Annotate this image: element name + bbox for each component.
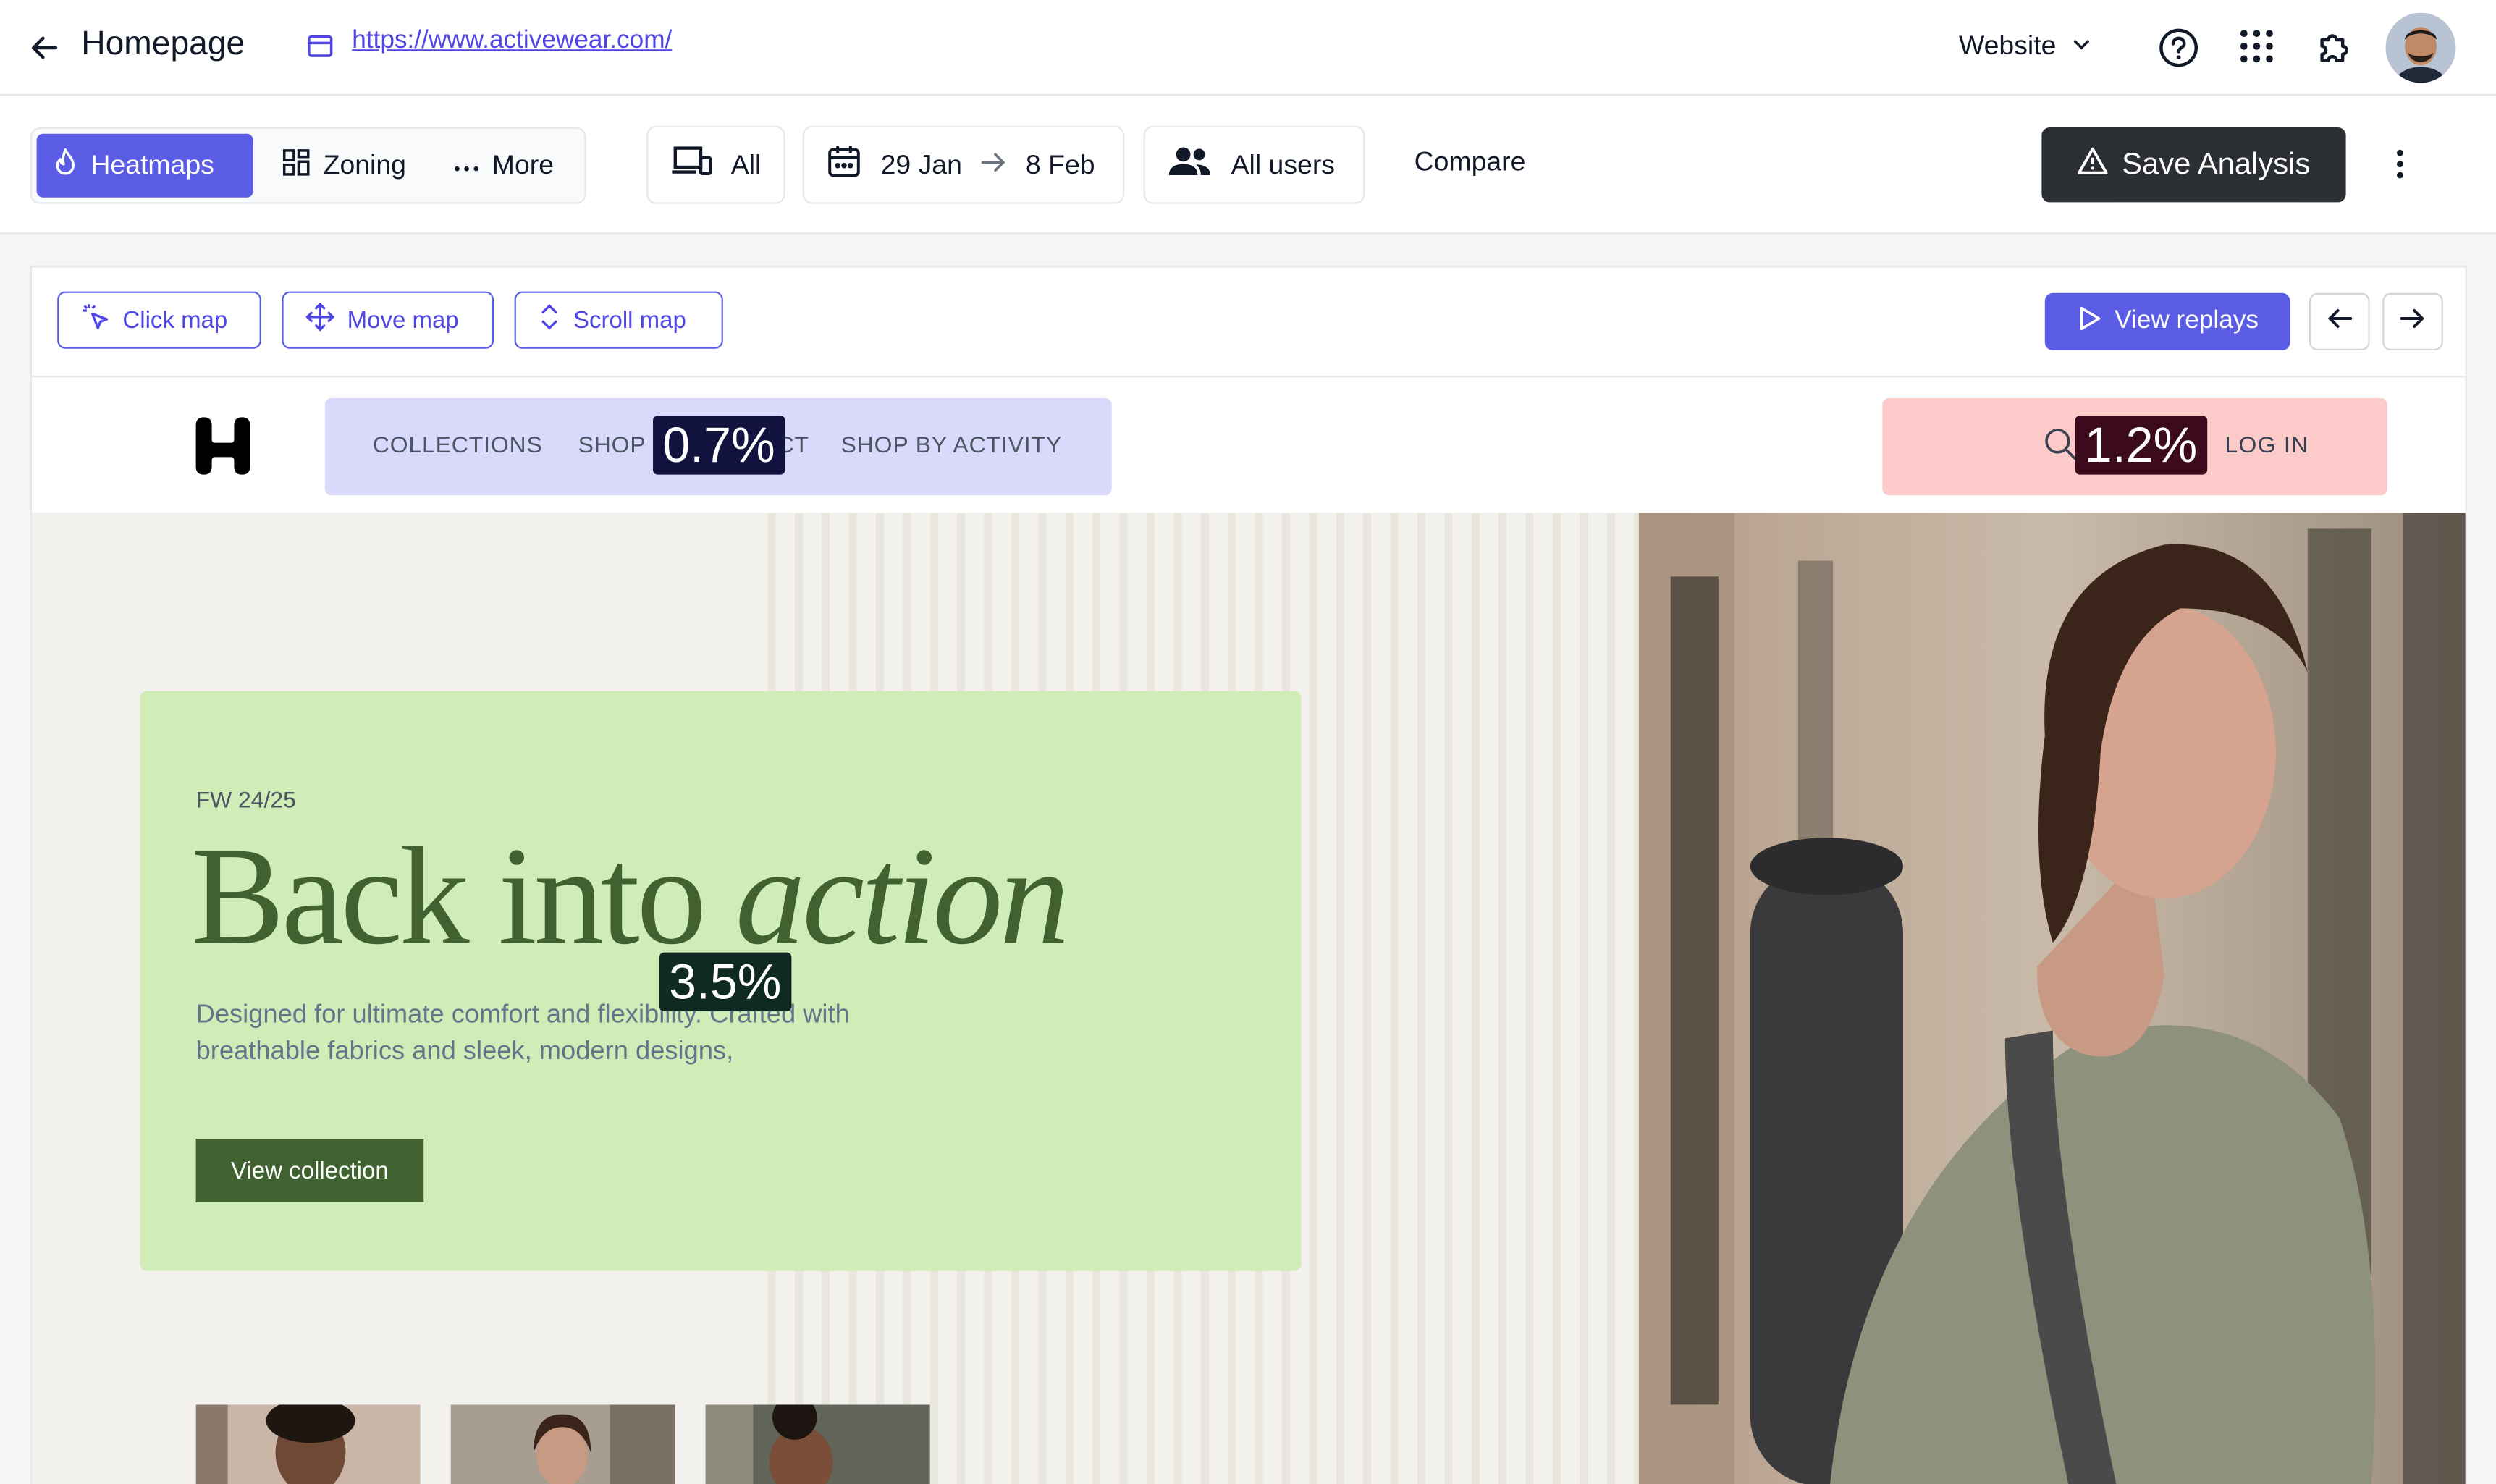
- play-icon: [2076, 305, 2101, 338]
- device-filter-label: All: [730, 148, 762, 180]
- collection-thumbnail[interactable]: [705, 1404, 930, 1484]
- user-segment-label: All users: [1231, 148, 1336, 180]
- heatmap-badge-login: 1.2%: [2075, 416, 2207, 475]
- save-analysis-button[interactable]: Save Analysis: [2041, 127, 2346, 203]
- view-replays-label: View replays: [2115, 307, 2259, 334]
- heatmap-panel: Click map Move map Scroll map View repla…: [30, 266, 2467, 1484]
- heatmap-mode-bar: Click map Move map Scroll map View repla…: [32, 267, 2466, 378]
- tab-heatmaps[interactable]: Heatmaps: [36, 133, 253, 198]
- back-arrow-icon[interactable]: [25, 29, 64, 67]
- top-bar: Homepage https://www.activewear.com/ Web…: [0, 0, 2496, 96]
- view-collection-button[interactable]: View collection: [195, 1139, 424, 1202]
- website-selector[interactable]: Website: [1959, 30, 2091, 62]
- arrow-left-icon: [2327, 307, 2353, 337]
- puzzle-icon[interactable]: [2314, 27, 2356, 68]
- website-preview: COLLECTIONS SHOP CT SHOP BY ACTIVITY 0.7…: [32, 377, 2466, 1484]
- ellipsis-icon: [454, 150, 479, 182]
- move-map-label: Move map: [347, 306, 459, 334]
- nav-item-shop[interactable]: SHOP: [578, 433, 646, 458]
- hero-headline-regular: Back into: [191, 820, 707, 975]
- view-mode-segmented-control: Heatmaps Zoning More: [30, 127, 586, 204]
- heatmap-badge-navigation: 0.7%: [653, 416, 785, 475]
- zones-grid-icon: [282, 148, 311, 185]
- brand-logo: [193, 416, 253, 476]
- hero-headline-italic: action: [735, 820, 1070, 975]
- previous-button[interactable]: [2309, 292, 2370, 350]
- browser-window-icon: [305, 32, 334, 61]
- hero-eyebrow: FW 24/25: [195, 788, 296, 814]
- cursor-click-icon: [81, 303, 110, 337]
- page-title: Homepage: [81, 25, 245, 62]
- site-navigation: COLLECTIONS SHOP CT SHOP BY ACTIVITY 0.7…: [32, 377, 2466, 513]
- date-end: 8 Feb: [1025, 148, 1095, 180]
- heatmap-badge-hero: 3.5%: [659, 952, 791, 1011]
- calendar-icon: [827, 143, 861, 186]
- nav-item-shop-by-activity[interactable]: SHOP BY ACTIVITY: [841, 433, 1062, 458]
- chevron-down-icon: [2072, 30, 2091, 62]
- tab-heatmaps-label: Heatmaps: [90, 149, 214, 180]
- apps-grid-icon[interactable]: [2238, 27, 2276, 65]
- collection-thumbnail[interactable]: [195, 1404, 421, 1484]
- hero-headline: Back into action: [191, 827, 1070, 969]
- scroll-map-button[interactable]: Scroll map: [514, 291, 723, 349]
- scroll-vertical-icon: [539, 303, 561, 337]
- page-url-link[interactable]: https://www.activewear.com/: [352, 27, 672, 56]
- search-icon[interactable]: [2044, 427, 2078, 462]
- click-map-label: Click map: [122, 306, 228, 334]
- move-map-button[interactable]: Move map: [282, 291, 494, 349]
- website-selector-label: Website: [1959, 30, 2057, 61]
- warning-triangle-icon: [2078, 146, 2109, 184]
- collection-thumbnail[interactable]: [450, 1404, 675, 1484]
- save-analysis-label: Save Analysis: [2122, 147, 2311, 181]
- hero-description: Designed for ultimate comfort and flexib…: [195, 1000, 850, 1066]
- users-icon: [1168, 145, 1213, 185]
- hero-model-image: [1638, 513, 2466, 1484]
- click-map-button[interactable]: Click map: [57, 291, 261, 349]
- arrow-right-icon: [2400, 307, 2425, 337]
- tab-zoning-label: Zoning: [323, 149, 406, 180]
- devices-icon: [670, 145, 712, 185]
- move-arrows-icon: [305, 302, 335, 337]
- user-segment-button[interactable]: All users: [1143, 125, 1365, 204]
- tab-more[interactable]: More: [438, 134, 570, 198]
- nav-item-collections[interactable]: COLLECTIONS: [373, 433, 543, 458]
- user-avatar[interactable]: [2385, 12, 2456, 83]
- login-link[interactable]: LOG IN: [2225, 433, 2309, 458]
- kebab-icon[interactable]: [2382, 146, 2417, 181]
- tab-more-label: More: [492, 149, 555, 180]
- next-button[interactable]: [2382, 292, 2443, 350]
- date-range-button[interactable]: 29 Jan 8 Feb: [802, 125, 1125, 204]
- flame-icon: [53, 147, 78, 185]
- scroll-map-label: Scroll map: [573, 306, 686, 334]
- help-icon[interactable]: [2158, 27, 2199, 68]
- arrow-right-icon: [981, 149, 1006, 181]
- date-start: 29 Jan: [880, 148, 962, 180]
- analysis-toolbar: Heatmaps Zoning More All 29 Jan 8 Feb Al…: [0, 96, 2496, 235]
- tab-zoning[interactable]: Zoning: [266, 134, 422, 198]
- view-replays-button[interactable]: View replays: [2044, 292, 2290, 350]
- device-filter-button[interactable]: All: [646, 125, 785, 204]
- compare-button[interactable]: Compare: [1414, 146, 1526, 178]
